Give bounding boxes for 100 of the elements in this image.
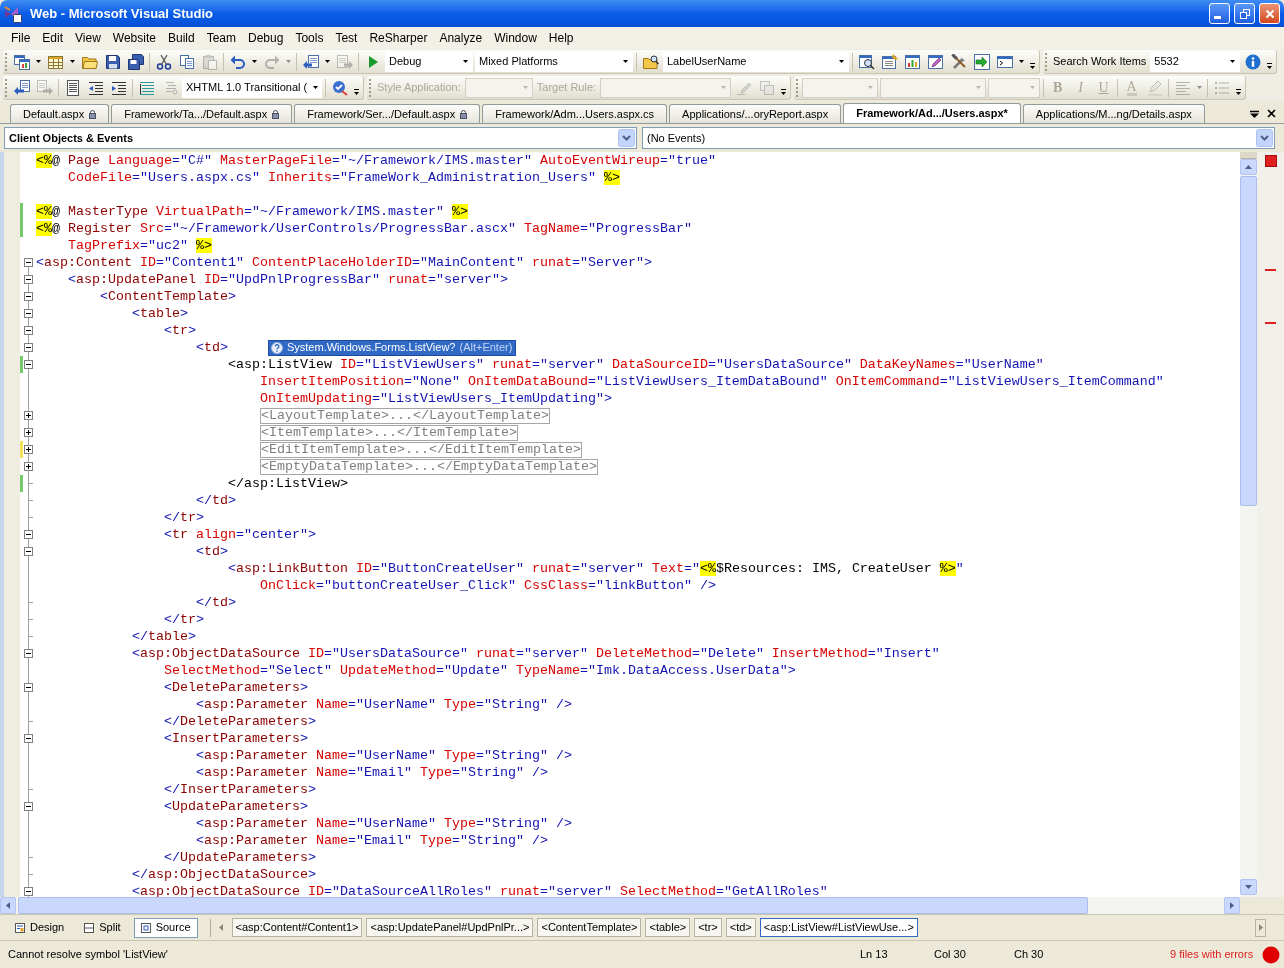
- events-dropdown[interactable]: (No Events): [642, 127, 1275, 149]
- split-panes-icon: [84, 922, 95, 933]
- menu-item[interactable]: Website: [106, 29, 162, 47]
- caret-icon: [324, 60, 330, 63]
- menu-item[interactable]: Debug: [242, 29, 290, 47]
- view-tab[interactable]: Design: [8, 917, 72, 938]
- undo-icon: [229, 53, 246, 70]
- grip-handle[interactable]: [1045, 52, 1048, 71]
- objects-dropdown[interactable]: Client Objects & Events: [4, 127, 637, 149]
- breadcrumb-right-button[interactable]: [1255, 918, 1266, 937]
- menu-item[interactable]: Window: [488, 29, 543, 47]
- caret-icon: [1018, 60, 1024, 63]
- scroll-right-button[interactable]: [1224, 897, 1240, 914]
- tag-breadcrumb[interactable]: <tr>: [694, 918, 722, 937]
- expand-icon[interactable]: [24, 462, 33, 471]
- collapse-icon[interactable]: [24, 292, 33, 301]
- code-line: <asp:Parameter Name="Email" Type="String" />: [195, 832, 548, 849]
- code-line: <InsertParameters>: [164, 730, 308, 747]
- collapse-icon[interactable]: [24, 547, 33, 556]
- arrow-right-icon: [1258, 924, 1263, 931]
- expand-icon[interactable]: [24, 428, 33, 437]
- caret-icon: [721, 86, 727, 89]
- tag-breadcrumb[interactable]: <asp:Content#Content1>: [231, 918, 363, 937]
- restore-button[interactable]: [1234, 3, 1255, 24]
- collapse-icon[interactable]: [24, 309, 33, 318]
- minimize-button[interactable]: [1209, 3, 1230, 24]
- collapse-icon[interactable]: [24, 360, 33, 369]
- code-line: <asp:Parameter Name="UserName" Type="String" />: [195, 747, 572, 764]
- scroll-up-button[interactable]: [1240, 159, 1257, 175]
- grip-handle[interactable]: [369, 78, 372, 97]
- menu-item[interactable]: File: [5, 29, 37, 47]
- vertical-scrollbar[interactable]: [1240, 152, 1257, 897]
- error-icon: [1262, 945, 1280, 964]
- collapse-icon[interactable]: [24, 326, 33, 335]
- document-tab[interactable]: Default.aspx: [10, 104, 110, 123]
- expand-icon[interactable]: [24, 445, 33, 454]
- error-count: 9 files with errors: [1170, 947, 1255, 963]
- error-marker-icon: [1265, 269, 1276, 271]
- collapsed-region[interactable]: <LayoutTemplate>...</LayoutTemplate>: [259, 407, 550, 424]
- document-tab[interactable]: Applications/...oryReport.aspx: [669, 104, 842, 123]
- document-tab[interactable]: Framework/Adm...Users.aspx.cs: [482, 104, 668, 123]
- menu-item[interactable]: View: [69, 29, 107, 47]
- collapsed-region[interactable]: <ItemTemplate>...</ItemTemplate>: [259, 424, 518, 441]
- menu-item[interactable]: Help: [542, 29, 580, 47]
- menu-item[interactable]: Build: [161, 29, 201, 47]
- minimize-icon: [1214, 16, 1221, 19]
- document-tab[interactable]: Framework/Ser.../Default.aspx: [294, 104, 481, 123]
- menu-item[interactable]: ReSharper: [363, 29, 434, 47]
- tag-breadcrumb[interactable]: <td>: [725, 918, 756, 937]
- collapsed-region[interactable]: <EditItemTemplate>...</EditItemTemplate>: [259, 441, 582, 458]
- close-icon[interactable]: [1267, 109, 1276, 118]
- collapse-icon[interactable]: [24, 343, 33, 352]
- collapsed-region[interactable]: <EmptyDataTemplate>...</EmptyDataTemplate>: [259, 458, 598, 475]
- collapse-icon[interactable]: [24, 683, 33, 692]
- close-button[interactable]: [1259, 3, 1280, 24]
- document-tab[interactable]: Framework/Ad.../Users.aspx*: [843, 103, 1021, 123]
- grip-handle[interactable]: [796, 78, 800, 97]
- caret-icon: [1196, 86, 1202, 89]
- menu-item[interactable]: Edit: [36, 29, 70, 47]
- quick-fix-popup[interactable]: System.Windows.Forms.ListView? (Alt+Enter): [267, 339, 517, 356]
- collapse-icon[interactable]: [24, 258, 33, 267]
- dropdown[interactable]: Mixed Platforms: [475, 51, 633, 72]
- dropdown[interactable]: LabelUserName: [663, 51, 849, 72]
- collapse-icon[interactable]: [24, 802, 33, 811]
- collapse-icon[interactable]: [24, 734, 33, 743]
- document-tab[interactable]: Applications/M...ng/Details.aspx: [1022, 104, 1205, 123]
- tag-breadcrumb[interactable]: <asp:UpdatePanel#UpdPnlPr...>: [366, 918, 534, 937]
- menu-item[interactable]: Team: [200, 29, 242, 47]
- collapse-icon[interactable]: [24, 530, 33, 539]
- scroll-left-button[interactable]: [0, 897, 16, 914]
- document-tab[interactable]: Framework/Ta.../Default.aspx: [111, 104, 293, 123]
- dropdown[interactable]: Debug: [385, 51, 473, 72]
- split-handle[interactable]: [1240, 152, 1257, 159]
- collapse-icon[interactable]: [24, 649, 33, 658]
- tag-breadcrumb[interactable]: <ContentTemplate>: [537, 918, 642, 937]
- grip-handle[interactable]: [5, 78, 8, 97]
- tag-breadcrumb[interactable]: <asp:ListView#ListViewUse...>: [759, 918, 918, 937]
- menu-item[interactable]: Tools: [289, 29, 330, 47]
- code-line: <tr>: [164, 322, 196, 339]
- caret-icon: [285, 60, 291, 63]
- dropdown[interactable]: XHTML 1.0 Transitional (: [182, 77, 322, 98]
- scroll-down-button[interactable]: [1240, 879, 1257, 895]
- lines-icon: [138, 79, 155, 96]
- view-tab[interactable]: Split: [77, 917, 128, 938]
- scroll-thumb[interactable]: [1240, 176, 1257, 506]
- view-tab[interactable]: Source: [133, 917, 198, 938]
- menu-item[interactable]: Analyze: [433, 29, 489, 47]
- dropdown-arrow-icon[interactable]: [1250, 109, 1259, 118]
- code-line: </InsertParameters>: [164, 781, 316, 798]
- expand-icon[interactable]: [24, 411, 33, 420]
- toolbar-label: Search Work Items: [1052, 54, 1148, 70]
- dropdown[interactable]: 5532: [1150, 51, 1241, 72]
- tag-breadcrumb[interactable]: <table>: [645, 918, 691, 937]
- window-pencil-icon: [927, 53, 944, 70]
- code-line: </td>: [195, 594, 236, 611]
- collapse-icon[interactable]: [24, 275, 33, 284]
- grip-handle[interactable]: [5, 52, 8, 71]
- page-arrow-icon: [36, 79, 53, 96]
- collapse-icon[interactable]: [24, 887, 33, 896]
- menu-item[interactable]: Test: [329, 29, 364, 47]
